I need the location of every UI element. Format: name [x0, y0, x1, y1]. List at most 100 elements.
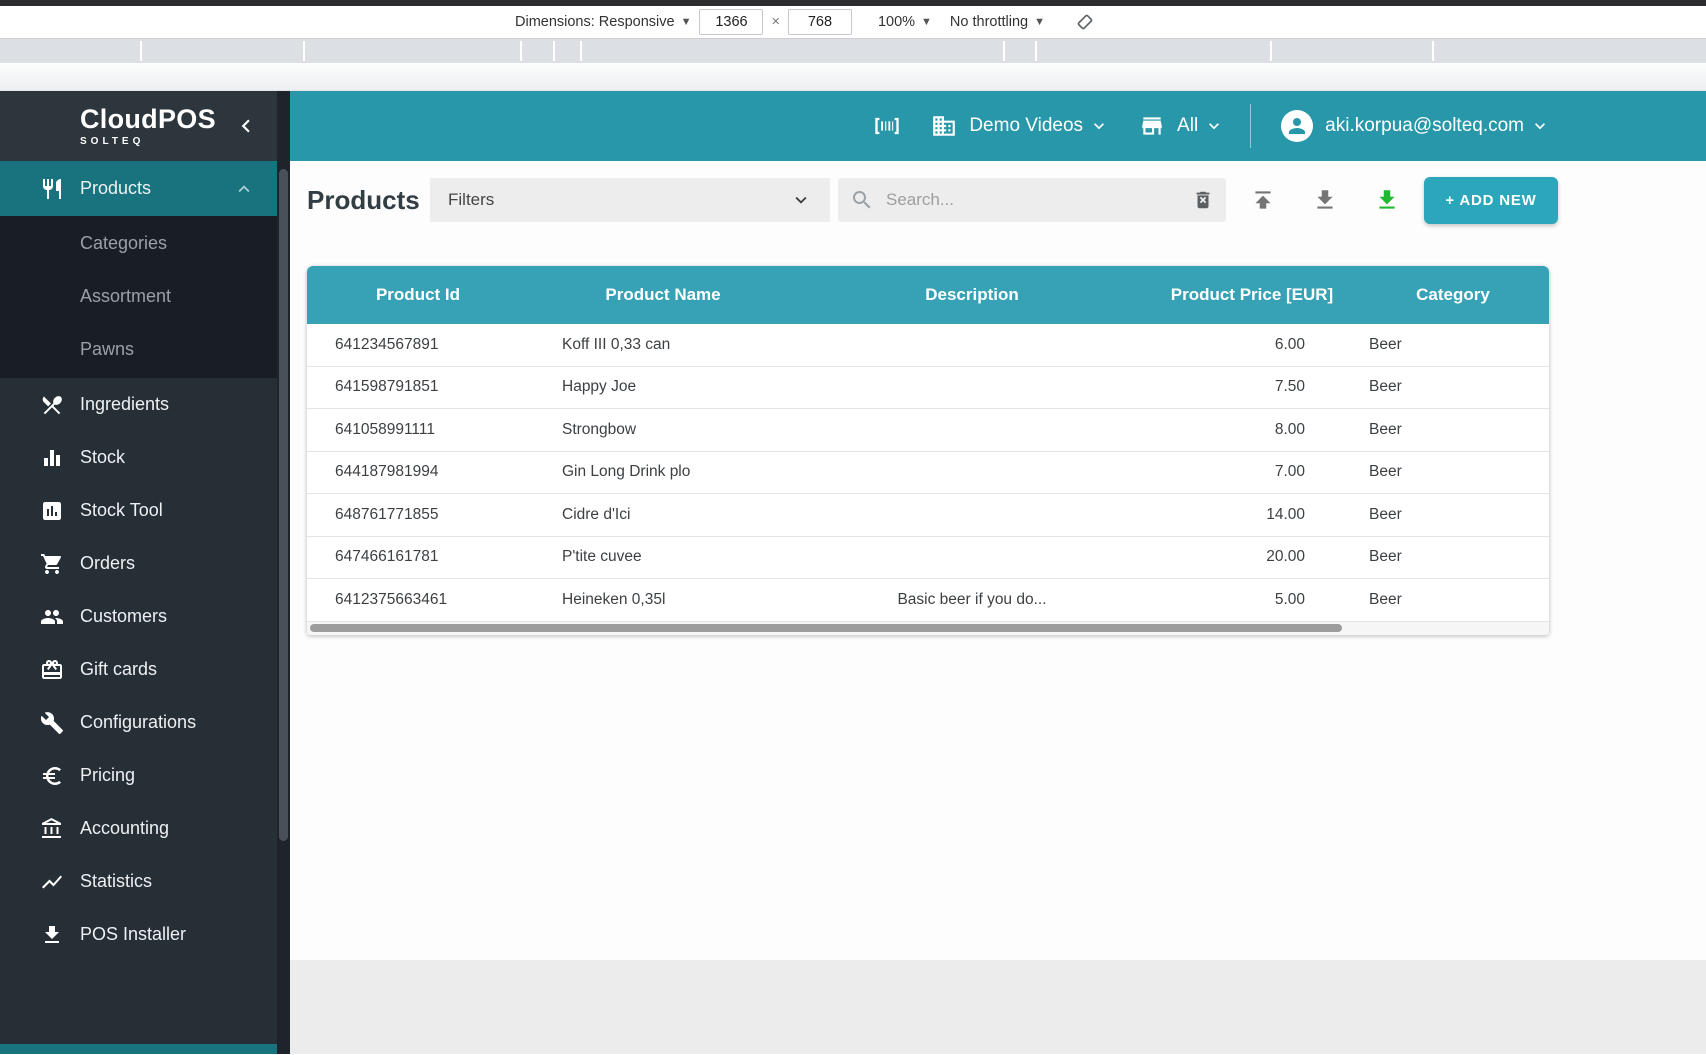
sidebar-item-ingredients[interactable]: Ingredients	[0, 378, 277, 431]
cell-price: 8.00	[1274, 420, 1305, 438]
logo-block: CloudPOS SOLTEQ	[0, 91, 277, 161]
throttling-select[interactable]: No throttling	[950, 14, 1028, 30]
cell-product-id: 648761771855	[335, 505, 439, 523]
throttling-caret-icon[interactable]: ▼	[1034, 16, 1045, 28]
viewport-width-input[interactable]	[699, 9, 764, 35]
cell-product-id: 641234567891	[335, 335, 439, 353]
sidebar-item-pos-installer[interactable]: POS Installer	[0, 908, 277, 961]
search-icon	[850, 188, 874, 212]
download-gray-icon[interactable]	[1312, 187, 1338, 213]
sidebar-item-configurations[interactable]: Configurations	[0, 696, 277, 749]
cell-product-id: 641058991111	[335, 420, 435, 438]
barcode-scanner-icon[interactable]	[873, 112, 901, 140]
sidebar-item-stock-tool[interactable]: Stock Tool	[0, 484, 277, 537]
sidebar-item-accounting[interactable]: Accounting	[0, 802, 277, 855]
cell-category: Beer	[1369, 335, 1402, 353]
dimensions-label: Dimensions: Responsive	[515, 14, 675, 30]
chevron-down-icon	[1204, 116, 1224, 136]
header-divider	[1250, 104, 1252, 148]
main-content: Demo Videos All aki.korpua@solteq.com Pr…	[290, 91, 1706, 1054]
cell-description: Basic beer if you do...	[897, 590, 1047, 608]
cell-price: 14.00	[1266, 505, 1305, 523]
chevron-up-icon	[233, 178, 255, 200]
user-menu[interactable]: aki.korpua@solteq.com	[1281, 110, 1550, 142]
column-header-product-id[interactable]: Product Id	[307, 285, 529, 305]
wrench-icon	[40, 711, 64, 735]
bank-icon	[40, 817, 64, 841]
store-selector[interactable]: All	[1139, 113, 1224, 139]
sidebar-item-pricing[interactable]: Pricing	[0, 749, 277, 802]
column-header-product-price[interactable]: Product Price [EUR]	[1147, 285, 1357, 305]
column-header-category[interactable]: Category	[1357, 285, 1549, 305]
sidebar-bottom-highlight	[0, 1044, 277, 1054]
utensils-icon	[40, 177, 64, 201]
euro-icon	[40, 764, 64, 788]
filters-dropdown[interactable]: Filters	[430, 178, 830, 222]
table-row[interactable]: 641598791851 Happy Joe 7.50 Beer	[307, 366, 1549, 409]
table-row[interactable]: 647466161781 P'tite cuvee 20.00 Beer	[307, 536, 1549, 579]
table-row[interactable]: 648761771855 Cidre d'Ici 14.00 Beer	[307, 494, 1549, 537]
sidebar-subitem-categories[interactable]: Categories	[0, 217, 277, 270]
column-header-description[interactable]: Description	[797, 285, 1147, 305]
cell-product-name: Gin Long Drink plo	[562, 463, 691, 481]
table-row[interactable]: 644187981994 Gin Long Drink plo 7.00 Bee…	[307, 451, 1549, 494]
clear-search-icon[interactable]	[1192, 189, 1214, 211]
vertical-scroll-thumb[interactable]	[279, 169, 288, 841]
crossed-utensils-icon	[40, 393, 64, 417]
company-selector-label: Demo Videos	[969, 115, 1084, 136]
company-selector[interactable]: Demo Videos	[931, 113, 1109, 139]
sidebar-collapse-icon[interactable]	[233, 113, 259, 139]
page-vertical-scrollbar[interactable]	[277, 91, 290, 1054]
cell-product-id: 641598791851	[335, 378, 439, 396]
sidebar-item-label: Products	[80, 178, 152, 198]
table-horizontal-scrollbar[interactable]	[307, 621, 1549, 635]
horizontal-scroll-thumb[interactable]	[310, 623, 1342, 632]
zoom-select[interactable]: 100%	[878, 14, 915, 30]
chevron-down-icon	[1089, 116, 1109, 136]
sidebar-item-statistics[interactable]: Statistics	[0, 855, 277, 908]
sidebar-item-customers[interactable]: Customers	[0, 590, 277, 643]
devtools-device-toolbar: Dimensions: Responsive ▼ × 100% ▼ No thr…	[0, 6, 1706, 39]
sidebar-item-orders[interactable]: Orders	[0, 537, 277, 590]
user-avatar-icon	[1281, 110, 1314, 142]
chevron-down-icon	[790, 189, 812, 211]
dimensions-caret-icon[interactable]: ▼	[681, 16, 692, 28]
products-submenu: Categories Assortment Pawns	[0, 216, 277, 378]
sidebar-item-products[interactable]: Products	[0, 161, 277, 216]
chevron-down-icon	[1530, 116, 1550, 136]
download-green-icon[interactable]	[1374, 187, 1400, 213]
add-new-button[interactable]: + ADD NEW	[1424, 176, 1558, 224]
search-input[interactable]	[884, 189, 1192, 211]
cell-category: Beer	[1369, 548, 1402, 566]
browser-toolbar-area	[0, 63, 1706, 91]
sidebar-subitem-assortment[interactable]: Assortment	[0, 270, 277, 323]
column-header-product-name[interactable]: Product Name	[529, 285, 797, 305]
logo-subtitle: SOLTEQ	[80, 135, 145, 147]
cell-product-id: 644187981994	[335, 463, 439, 481]
cell-price: 7.00	[1274, 463, 1305, 481]
cell-category: Beer	[1369, 590, 1402, 608]
viewport-height-input[interactable]	[787, 9, 852, 35]
sidebar-item-gift-cards[interactable]: Gift cards	[0, 643, 277, 696]
table-row[interactable]: 641058991111 Strongbow 8.00 Beer	[307, 409, 1549, 452]
cell-product-name: P'tite cuvee	[562, 548, 642, 566]
trend-icon	[40, 870, 64, 894]
cell-price: 6.00	[1274, 335, 1305, 353]
storefront-icon	[1139, 113, 1165, 139]
page-toolbar: Products Filters Search... + ADD NEW	[290, 161, 1706, 239]
app-header: Demo Videos All aki.korpua@solteq.com	[290, 91, 1706, 161]
zoom-caret-icon[interactable]: ▼	[921, 16, 932, 28]
search-box	[838, 178, 1226, 222]
products-table: Product Id Product Name Description Prod…	[307, 266, 1549, 635]
user-email: aki.korpua@solteq.com	[1325, 115, 1524, 136]
cart-icon	[40, 552, 64, 576]
sidebar-item-stock[interactable]: Stock	[0, 431, 277, 484]
outside-viewport-area	[290, 960, 1706, 1054]
table-row[interactable]: 6412375663461 Heineken 0,35l Basic beer …	[307, 579, 1549, 622]
cloudpos-app: CloudPOS SOLTEQ Products Categories Asso…	[0, 91, 1706, 1054]
upload-icon[interactable]	[1250, 187, 1276, 213]
sidebar-subitem-pawns[interactable]: Pawns	[0, 323, 277, 376]
page-title: Products	[307, 184, 420, 215]
table-row[interactable]: 641234567891 Koff III 0,33 can 6.00 Beer	[307, 324, 1549, 367]
rotate-viewport-icon[interactable]	[1075, 12, 1095, 32]
